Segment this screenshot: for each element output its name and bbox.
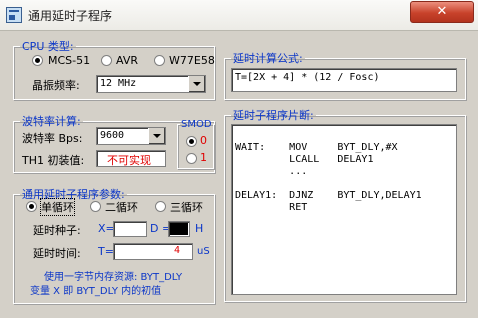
seed-label: 延时种子: xyxy=(33,224,81,237)
baud-value: 9600 xyxy=(100,130,125,141)
formula-field: T=[2X + 4] * (12 / Fosc) xyxy=(231,68,457,92)
cpu-radio-avr[interactable] xyxy=(101,55,112,66)
baud-rate-legend: 波特率计算: xyxy=(22,115,81,128)
formula-legend: 延时计算公式: xyxy=(233,52,303,65)
chevron-down-icon[interactable] xyxy=(188,76,205,92)
clock-select[interactable]: 12 MHz xyxy=(96,75,206,93)
loop-label-triple: 三循环 xyxy=(170,201,203,214)
smod-radio-1[interactable] xyxy=(186,153,197,164)
app-icon xyxy=(6,7,22,23)
cpu-radio-mcs51[interactable] xyxy=(32,55,43,66)
smod-label-0: 0 xyxy=(200,134,207,147)
th1-value: 不可实现 xyxy=(107,154,151,167)
window-title: 通用延时子程序 xyxy=(28,9,113,23)
cpu-radio-w77e58[interactable] xyxy=(154,55,165,66)
title-bar: 通用延时子程序 ✕ xyxy=(0,0,478,31)
baud-select[interactable]: 9600 xyxy=(96,127,166,145)
seed-h-input[interactable] xyxy=(168,221,190,237)
note-line-2: 变量 X 即 BYT_DLY 内的初值 xyxy=(30,286,162,297)
smod-legend: SMOD xyxy=(181,119,212,130)
cpu-label-mcs51: MCS-51 xyxy=(48,54,91,67)
time-label: 延时时间: xyxy=(33,247,81,260)
th1-label: TH1 初装值: xyxy=(22,154,85,167)
close-button[interactable]: ✕ xyxy=(410,1,474,23)
delay-time-field: 4 xyxy=(113,243,193,260)
h-label: H xyxy=(195,222,204,235)
baud-label: 波特率 Bps: xyxy=(22,132,83,145)
cpu-label-avr: AVR xyxy=(116,54,138,67)
cpu-type-legend: CPU 类型: xyxy=(22,40,74,53)
cpu-label-w77e58: W77E58 xyxy=(169,54,215,67)
code-snippet-text: WAIT: MOV BYT_DLY,#X LCALL DELAY1 ... DE… xyxy=(235,142,422,213)
seed-x-input[interactable] xyxy=(113,221,147,237)
clock-label: 晶振频率: xyxy=(32,79,80,92)
clock-value: 12 MHz xyxy=(100,78,137,89)
chevron-down-icon[interactable] xyxy=(148,128,165,144)
smod-radio-0[interactable] xyxy=(186,136,197,147)
loop-label-double: 二循环 xyxy=(105,201,138,214)
loop-radio-triple[interactable] xyxy=(155,201,166,212)
text-selection-highlight xyxy=(170,223,188,235)
note-line-1: 使用一字节内存资源: BYT_DLY xyxy=(44,272,183,283)
th1-value-field: 不可实现 xyxy=(96,150,166,167)
smod-label-1: 1 xyxy=(200,151,207,164)
loop-radio-single[interactable] xyxy=(26,201,37,212)
formula-text: T=[2X + 4] * (12 / Fosc) xyxy=(235,72,380,83)
delay-time-value: 4 xyxy=(174,245,181,256)
code-snippet-field: WAIT: MOV BYT_DLY,#X LCALL DELAY1 ... DE… xyxy=(231,124,457,295)
code-snippet-legend: 延时子程序片断: xyxy=(233,109,314,122)
loop-radio-double[interactable] xyxy=(90,201,101,212)
unit-label: uS xyxy=(197,246,210,257)
loop-label-single: 单循环 xyxy=(40,198,75,216)
t-label: T= xyxy=(98,245,114,258)
